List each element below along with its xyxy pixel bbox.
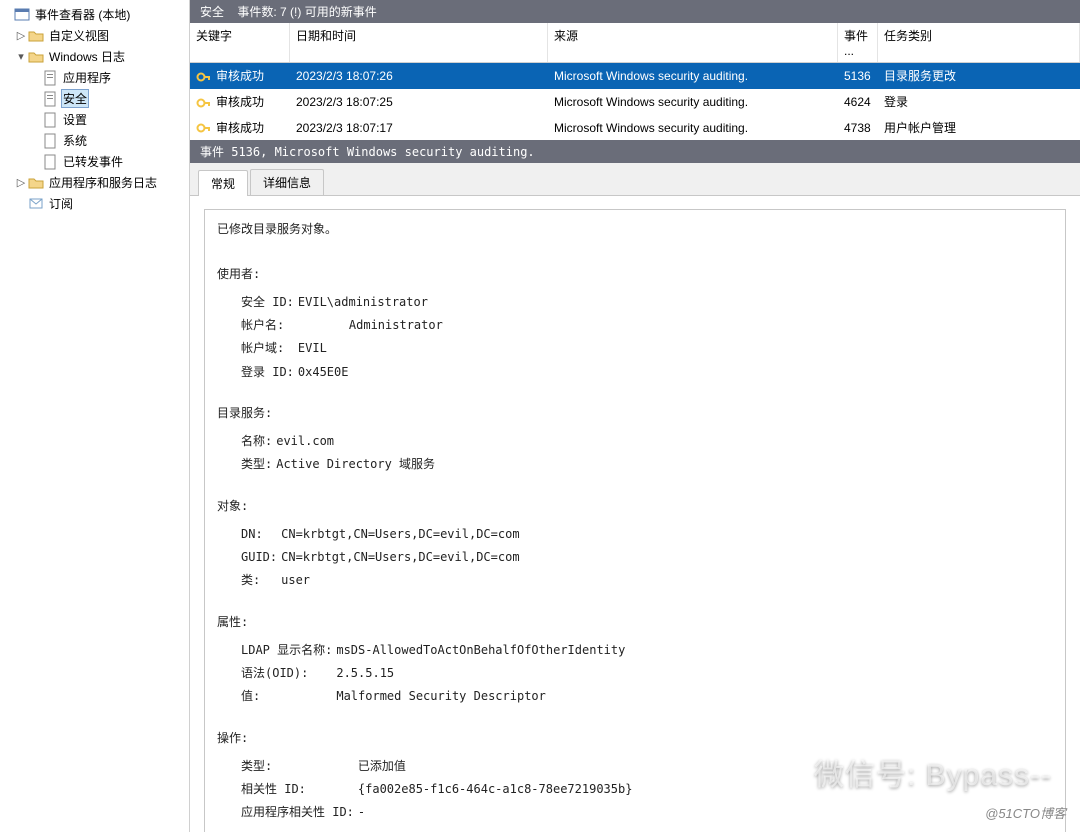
message-summary: 已修改目录服务对象。 <box>217 220 1053 239</box>
event-row[interactable]: 审核成功 2023/2/3 18:07:25 Microsoft Windows… <box>190 89 1080 115</box>
tree-log-security[interactable]: 安全 <box>42 88 189 109</box>
list-header-band: 安全 事件数: 7 (!) 可用的新事件 <box>190 0 1080 23</box>
log-icon <box>42 91 58 107</box>
tab-general[interactable]: 常规 <box>198 170 248 196</box>
message-box: 已修改目录服务对象。 使用者: 安全 ID:EVIL\administrator… <box>204 209 1066 832</box>
content-pane: 安全 事件数: 7 (!) 可用的新事件 关键字 日期和时间 来源 事件 ...… <box>190 0 1080 832</box>
event-viewer-icon <box>14 7 30 23</box>
key-icon <box>196 69 212 85</box>
tree-custom-views[interactable]: ▷ 自定义视图 <box>14 25 189 46</box>
nav-tree: 事件查看器 (本地) ▷ 自定义视图 ▾ Windows 日志 应用程序 <box>0 0 190 832</box>
column-headers: 关键字 日期和时间 来源 事件 ... 任务类别 <box>190 23 1080 63</box>
col-datetime[interactable]: 日期和时间 <box>290 23 548 62</box>
event-row[interactable]: 审核成功 2023/2/3 18:07:26 Microsoft Windows… <box>190 63 1080 89</box>
subscription-icon <box>28 196 44 212</box>
tree-windows-logs[interactable]: ▾ Windows 日志 <box>14 46 189 67</box>
tab-details[interactable]: 详细信息 <box>250 169 324 195</box>
folder-icon <box>28 28 44 44</box>
log-icon <box>42 112 58 128</box>
attr-header: 属性: <box>217 613 1053 632</box>
chevron-right-icon[interactable]: ▷ <box>14 29 28 42</box>
tree-log-setup[interactable]: 设置 <box>42 109 189 130</box>
log-icon <box>42 154 58 170</box>
op-header: 操作: <box>217 729 1053 748</box>
detail-header-band: 事件 5136, Microsoft Windows security audi… <box>190 140 1080 163</box>
col-source[interactable]: 来源 <box>548 23 838 62</box>
col-eventid[interactable]: 事件 ... <box>838 23 878 62</box>
ds-header: 目录服务: <box>217 404 1053 423</box>
tree-log-system[interactable]: 系统 <box>42 130 189 151</box>
log-title: 安全 <box>200 5 224 19</box>
tree-root[interactable]: 事件查看器 (本地) <box>0 4 189 25</box>
col-task[interactable]: 任务类别 <box>878 23 1080 62</box>
log-icon <box>42 133 58 149</box>
key-icon <box>196 95 212 111</box>
chevron-down-icon[interactable]: ▾ <box>14 50 28 63</box>
folder-open-icon <box>28 49 44 65</box>
tree-subscriptions[interactable]: 订阅 <box>14 193 189 214</box>
event-count: 事件数: 7 (!) 可用的新事件 <box>237 5 376 19</box>
object-header: 对象: <box>217 497 1053 516</box>
chevron-none-icon <box>0 9 14 21</box>
detail-body: 已修改目录服务对象。 使用者: 安全 ID:EVIL\administrator… <box>190 196 1080 832</box>
tab-bar: 常规 详细信息 <box>190 163 1080 196</box>
key-icon <box>196 120 212 136</box>
event-row[interactable]: 审核成功 2023/2/3 18:07:17 Microsoft Windows… <box>190 115 1080 141</box>
tree-log-forwarded[interactable]: 已转发事件 <box>42 151 189 172</box>
event-viewer-window: 事件查看器 (本地) ▷ 自定义视图 ▾ Windows 日志 应用程序 <box>0 0 1080 832</box>
tree-app-svc-logs[interactable]: ▷ 应用程序和服务日志 <box>14 172 189 193</box>
col-keyword[interactable]: 关键字 <box>190 23 290 62</box>
folder-icon <box>28 175 44 191</box>
log-icon <box>42 70 58 86</box>
event-list: 审核成功 2023/2/3 18:07:26 Microsoft Windows… <box>190 63 1080 140</box>
chevron-right-icon[interactable]: ▷ <box>14 176 28 189</box>
tree-log-application[interactable]: 应用程序 <box>42 67 189 88</box>
subject-header: 使用者: <box>217 265 1053 284</box>
